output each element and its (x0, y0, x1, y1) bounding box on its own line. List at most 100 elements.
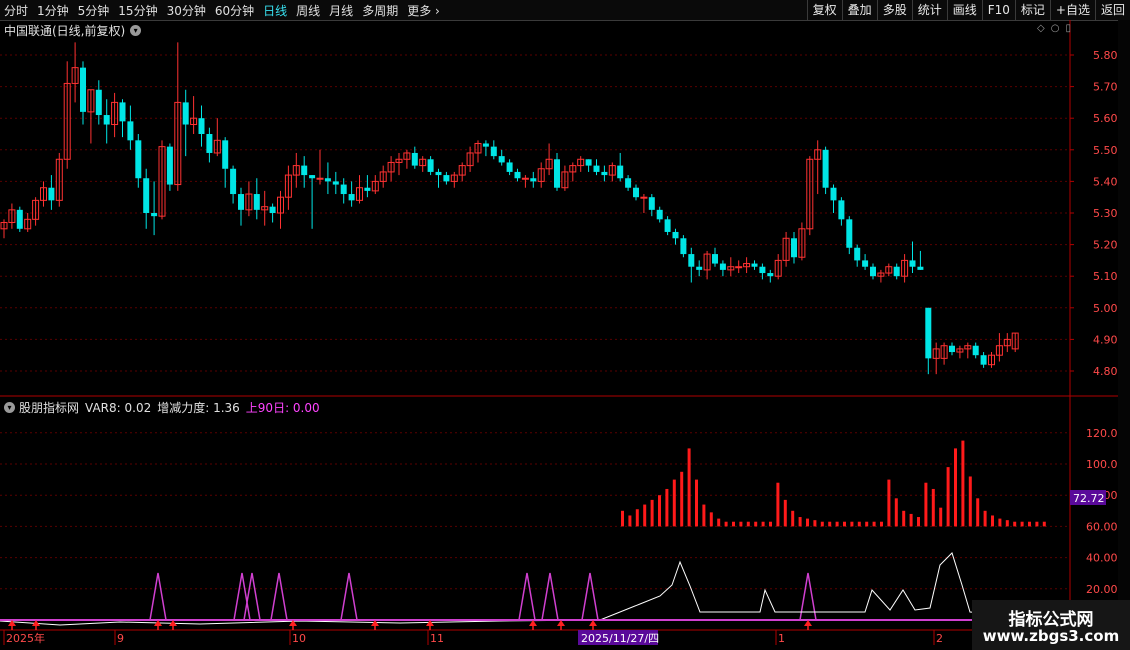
diamond-icon[interactable]: ◇ (1037, 23, 1045, 34)
candle-body (554, 159, 560, 188)
peak-spike (340, 572, 358, 621)
indicator-bar (902, 510, 906, 527)
candle-body (719, 263, 726, 270)
indicator-bar (687, 448, 691, 527)
indicator-bar (761, 521, 765, 527)
date-label: 11 (430, 632, 444, 645)
indicator-bar (968, 476, 972, 527)
main-chart-title[interactable]: 中国联通(日线,前复权) ▾ (4, 22, 142, 39)
price-label: 4.80 (1093, 365, 1118, 378)
candle-body (151, 213, 158, 217)
watermark-url: www.zbgs3.com (982, 627, 1120, 645)
indicator-bar (820, 521, 824, 527)
candle-body (672, 231, 679, 239)
candle-body (340, 184, 347, 195)
indicator-bar (680, 471, 684, 527)
candle-body (443, 175, 450, 182)
candle-body (364, 187, 371, 191)
candle-body (593, 165, 600, 172)
indicator-label: 60.00 (1086, 520, 1118, 533)
indicator-bar (1042, 521, 1046, 527)
candle-body (601, 171, 608, 176)
indicator-label: 40.00 (1086, 552, 1118, 565)
price-label: 5.20 (1093, 239, 1118, 252)
candle-body (514, 171, 521, 179)
peak-spike (799, 572, 817, 621)
panel-icon[interactable]: ▯ (1065, 23, 1071, 34)
peak-spike (541, 572, 559, 621)
chart-canvas[interactable]: 5.80 5.70 5.60 5.50 5.40 5.30 5.20 5.10 5.00 4.90… (0, 0, 1130, 650)
candle-body (80, 67, 86, 112)
indicator-bar (976, 498, 980, 527)
date-label: 1 (778, 632, 785, 645)
candle-body (411, 152, 418, 166)
candle-body (222, 140, 229, 169)
candle-body (238, 194, 244, 210)
candle-body (909, 260, 916, 267)
candle-body (506, 162, 513, 172)
indicator-bar (924, 482, 928, 527)
candle-body (791, 238, 797, 258)
indicator-bar (628, 515, 632, 527)
date-highlight: 2025/11/27/四 (581, 632, 659, 645)
candle-body (862, 260, 869, 267)
candle-body (648, 197, 655, 210)
indicator-bar (643, 504, 647, 527)
indicator-bar (917, 517, 920, 527)
date-label: 2 (936, 632, 943, 645)
peak-spike (581, 572, 599, 621)
indicator-bar (754, 521, 758, 527)
candlesticks (0, 42, 1019, 375)
candle-body (427, 159, 434, 172)
price-label: 5.50 (1093, 144, 1118, 157)
candle-body (893, 266, 900, 277)
indicator-bar (894, 498, 898, 527)
indicator-bar (835, 521, 839, 527)
price-label: 5.60 (1093, 112, 1118, 125)
candle-body (870, 266, 876, 277)
candle-body (656, 209, 663, 220)
indicator-bar (1020, 521, 1024, 527)
candle-body (925, 307, 932, 359)
chevron-down-icon[interactable]: ▾ (130, 25, 142, 36)
indicator-bar (1035, 521, 1039, 527)
candle-body (751, 263, 758, 267)
indicator-bar (961, 440, 965, 527)
candle-body (767, 273, 774, 277)
candle-body (482, 143, 489, 147)
indicator-bar (1028, 521, 1031, 527)
indicator-bar (946, 467, 950, 527)
indicator-bar (813, 520, 817, 527)
candle-body (127, 121, 134, 141)
side-panel-strip[interactable] (1118, 20, 1130, 630)
candle-body (854, 247, 861, 261)
candle-body (617, 165, 624, 179)
indicator-bar (724, 521, 728, 527)
price-label: 5.00 (1093, 302, 1118, 315)
indicator-bar (746, 521, 750, 527)
indicator-bar (1005, 520, 1009, 527)
candle-body (206, 134, 213, 153)
indicator-bar (939, 507, 943, 527)
candle-body (521, 177, 529, 180)
candle-body (490, 146, 497, 157)
price-label: 5.30 (1093, 207, 1118, 220)
indicator-header[interactable]: ▾ 股朋指标网 VAR8: 0.02 增减力度: 1.36 上90日: 0.00 (4, 399, 320, 416)
indicator-var8: VAR8: 0.02 (85, 400, 152, 415)
candle-body (198, 118, 205, 134)
chevron-down-icon[interactable]: ▾ (4, 402, 15, 413)
date-axis: 2025年 9 10 11 1 2 (3, 630, 943, 645)
date-label: 2025年 (6, 631, 45, 645)
circle-icon[interactable]: ○ (1051, 23, 1060, 34)
indicator-bar (783, 499, 787, 527)
indicator-zeng: 增减力度: 1.36 (157, 401, 240, 415)
candle-body (696, 266, 703, 270)
indicator-up90: 上90日: 0.00 (245, 401, 320, 415)
indicator-bar (635, 509, 639, 527)
indicator-peaks (149, 572, 817, 621)
price-label: 5.40 (1093, 175, 1118, 188)
candle-body (332, 181, 339, 185)
candle-body (182, 102, 189, 125)
candle-body (135, 140, 142, 179)
candle-body (166, 146, 173, 185)
